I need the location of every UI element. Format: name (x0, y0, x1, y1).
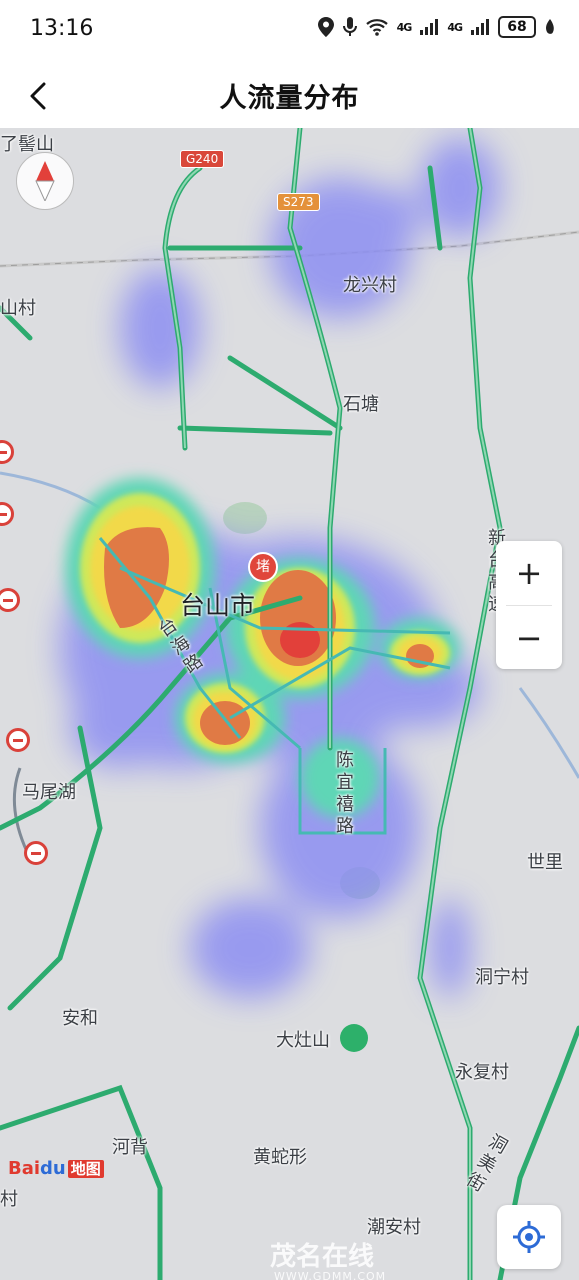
locate-icon (513, 1221, 545, 1253)
baidu-logo: Baidu 地图 (8, 1158, 104, 1179)
map-base-layer (0, 128, 579, 1280)
page-title: 人流量分布 (219, 83, 360, 114)
header: 人流量分布 (0, 62, 579, 128)
congestion-pin[interactable]: 堵 (248, 552, 278, 582)
mic-icon (342, 17, 357, 36)
highway-shield: G240 (180, 150, 225, 168)
compass-button[interactable] (16, 152, 74, 210)
heatmap-map[interactable]: 了髻山 山村 龙兴村 石塘 台山市 台海路 陈宜禧路 新台高速 马尾湖 世里 洞… (0, 128, 579, 1280)
location-pin-icon (317, 17, 334, 37)
place-label: 马尾湖 (22, 782, 76, 803)
place-label: 潮安村 (367, 1217, 421, 1238)
zoom-out-button[interactable]: − (496, 606, 562, 670)
place-label: 石塘 (343, 394, 379, 415)
restriction-icon (24, 841, 48, 865)
zoom-control: + − (496, 541, 562, 669)
city-label: 台山市 (180, 591, 256, 620)
road-label: 陈宜禧路 (333, 750, 354, 838)
watermark: 茂名在线 (270, 1242, 375, 1272)
place-label: 世里 (527, 852, 563, 873)
watermark-url: WWW.GDMM.COM (274, 1270, 387, 1280)
place-label: 大灶山 (276, 1030, 330, 1051)
mountain-icon (340, 1024, 368, 1052)
leaf-icon (546, 19, 554, 34)
signal-label-2: 4G (447, 20, 463, 34)
signal-bars-icon (471, 19, 489, 35)
status-bar: 13:16 4G 4G 68 (0, 0, 579, 62)
place-label: 村 (0, 1189, 18, 1210)
place-label: 洞宁村 (475, 967, 529, 988)
highway-shield: S273 (277, 193, 320, 211)
place-label: 山村 (0, 298, 36, 319)
locate-button[interactable] (497, 1205, 561, 1269)
status-icons: 4G 4G 68 (317, 16, 555, 38)
place-label: 永复村 (455, 1062, 509, 1083)
place-label: 龙兴村 (343, 275, 397, 296)
signal-label-1: 4G (396, 20, 413, 34)
status-time: 13:16 (30, 16, 94, 41)
restriction-icon (6, 728, 30, 752)
compass-icon (35, 161, 55, 201)
signal-bars-icon (420, 19, 439, 35)
zoom-in-button[interactable]: + (496, 541, 562, 605)
place-label: 安和 (62, 1008, 98, 1029)
battery-indicator: 68 (498, 16, 536, 38)
place-label: 黄蛇形 (253, 1147, 307, 1168)
wifi-icon (365, 19, 388, 36)
place-label: 河背 (112, 1137, 148, 1158)
